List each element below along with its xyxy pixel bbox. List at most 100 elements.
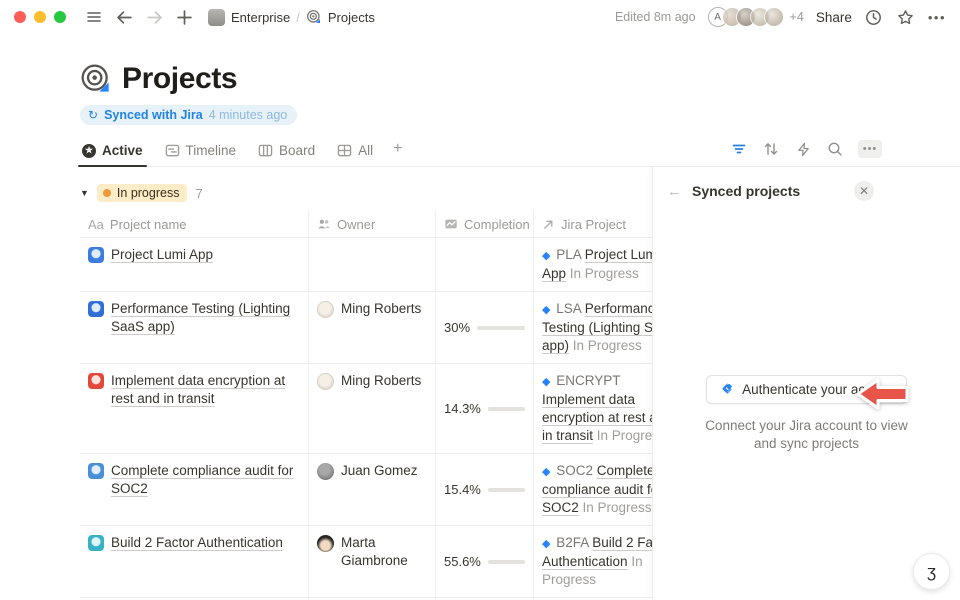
owner-cell[interactable]: Marta Giambrone	[308, 526, 435, 597]
project-name-link[interactable]: Build 2 Factor Authentication	[111, 534, 283, 552]
projects-target-icon	[306, 9, 322, 25]
completion-cell[interactable]: 30%	[435, 292, 533, 363]
tab-timeline[interactable]: Timeline	[163, 137, 239, 166]
forward-button[interactable]	[144, 7, 164, 27]
add-view-button[interactable]: +	[393, 140, 402, 166]
view-tabs: ★ Active Timeline Board All +	[80, 137, 960, 167]
ai-face-button[interactable]: ʒ	[913, 553, 950, 590]
sidebar-toggle-icon[interactable]	[84, 7, 104, 27]
completion-cell[interactable]: 14.3%	[435, 364, 533, 453]
column-header-jira-project[interactable]: Jira Project	[533, 211, 652, 237]
page-header: Projects ↻ Synced with Jira 4 minutes ag…	[0, 34, 960, 167]
owner-avatar	[317, 463, 334, 480]
more-options-icon[interactable]: •••	[928, 10, 946, 25]
completion-bar	[488, 407, 525, 411]
search-icon[interactable]	[826, 140, 844, 158]
owner-name: Juan Gomez	[341, 462, 418, 480]
text-property-icon: Aa	[88, 217, 104, 232]
view-more-icon[interactable]: •••	[858, 140, 882, 158]
jira-diamond-icon: ◆	[542, 376, 550, 388]
person-property-icon	[317, 217, 331, 231]
project-name-cell[interactable]: Project Lumi App	[80, 238, 308, 291]
jira-project-cell[interactable]: ◆ SOC2 Complete compliance audit for SOC…	[533, 454, 652, 525]
panel-back-icon[interactable]: ←	[667, 183, 682, 200]
project-name-cell[interactable]: Performance Testing (Lighting SaaS app)	[80, 292, 308, 363]
project-icon	[88, 301, 104, 317]
project-name-cell[interactable]: Build 2 Factor Authentication	[80, 526, 308, 597]
project-name-link[interactable]: Project Lumi App	[111, 246, 213, 264]
group-status-pill[interactable]: In progress	[97, 184, 188, 202]
minimize-window-button[interactable]	[34, 11, 46, 23]
jira-key: SOC2	[552, 463, 596, 478]
column-header-owner[interactable]: Owner	[308, 211, 435, 237]
back-button[interactable]	[114, 7, 134, 27]
column-header-completion[interactable]: Completion	[435, 211, 533, 237]
jira-status: In Progress	[579, 500, 652, 515]
external-link-icon	[542, 218, 555, 231]
status-dot	[103, 189, 111, 197]
completion-cell[interactable]: 15.4%	[435, 454, 533, 525]
jira-diamond-icon: ◆	[542, 304, 550, 316]
jira-diamond-icon: ◆	[542, 538, 550, 550]
table-icon	[337, 143, 352, 158]
share-button[interactable]: Share	[816, 10, 852, 25]
authenticate-access-button[interactable]: Authenticate your access	[706, 375, 907, 404]
completion-percent: 15.4%	[444, 481, 481, 499]
window-topbar: Enterprise / Projects Edited 8m ago A +4…	[0, 0, 960, 34]
workspace-icon	[208, 9, 225, 26]
completion-percent: 30%	[444, 319, 470, 337]
tab-active[interactable]: ★ Active	[80, 137, 145, 166]
table-row[interactable]: Project Lumi App ◆ PLA Project Lumi App I…	[80, 238, 652, 292]
owner-cell[interactable]	[308, 238, 435, 291]
page-title: Projects	[122, 62, 237, 96]
table-row[interactable]: Implement data encryption at rest and in…	[80, 364, 652, 454]
owner-cell[interactable]: Ming Roberts	[308, 364, 435, 453]
sync-status-badge[interactable]: ↻ Synced with Jira 4 minutes ago	[80, 105, 297, 125]
owner-cell[interactable]: Juan Gomez	[308, 454, 435, 525]
completion-percent: 14.3%	[444, 400, 481, 418]
favorite-star-icon[interactable]	[896, 7, 916, 27]
jira-project-cell[interactable]: ◆ PLA Project Lumi App In Progress	[533, 238, 652, 291]
breadcrumb-page[interactable]: Projects	[328, 10, 375, 25]
owner-name: Ming Roberts	[341, 300, 421, 318]
breadcrumb: Enterprise / Projects	[208, 9, 375, 26]
column-header-project-name[interactable]: Aa Project name	[80, 211, 308, 237]
owner-cell[interactable]: Ming Roberts	[308, 292, 435, 363]
jira-diamond-icon: ◆	[542, 466, 550, 478]
jira-status: In Progress	[566, 266, 639, 281]
table-row[interactable]: Complete compliance audit for SOC2 Juan G…	[80, 454, 652, 526]
project-name-cell[interactable]: Complete compliance audit for SOC2	[80, 454, 308, 525]
new-page-button[interactable]	[174, 7, 194, 27]
zoom-window-button[interactable]	[54, 11, 66, 23]
synced-projects-panel: ← Synced projects ✕ Authenticate your ac…	[652, 167, 960, 600]
collaborator-avatars[interactable]: A +4	[708, 7, 804, 27]
history-clock-icon[interactable]	[864, 7, 884, 27]
project-name-link[interactable]: Complete compliance audit for SOC2	[111, 462, 300, 498]
project-name-link[interactable]: Implement data encryption at rest and in…	[111, 372, 300, 408]
sort-icon[interactable]	[762, 140, 780, 158]
close-window-button[interactable]	[14, 11, 26, 23]
project-name-link[interactable]: Performance Testing (Lighting SaaS app)	[111, 300, 300, 336]
rollup-property-icon	[444, 217, 458, 231]
tab-board[interactable]: Board	[256, 137, 317, 166]
jira-key: B2FA	[552, 535, 592, 550]
project-icon	[88, 535, 104, 551]
jira-project-cell[interactable]: ◆ LSA Performance Testing (Lighting SaaS…	[533, 292, 652, 363]
table-row[interactable]: Performance Testing (Lighting SaaS app) M…	[80, 292, 652, 364]
jira-project-cell[interactable]: ◆ ENCRYPT Implement data encryption at r…	[533, 364, 652, 453]
edited-timestamp: Edited 8m ago	[615, 10, 696, 24]
jira-project-cell[interactable]: ◆ B2FA Build 2 Factor Authentication In …	[533, 526, 652, 597]
completion-cell[interactable]	[435, 238, 533, 291]
group-count: 7	[195, 186, 202, 201]
tab-all[interactable]: All	[335, 137, 375, 166]
view-controls: •••	[730, 140, 882, 166]
breadcrumb-workspace[interactable]: Enterprise	[231, 10, 290, 25]
project-name-cell[interactable]: Implement data encryption at rest and in…	[80, 364, 308, 453]
group-collapse-caret[interactable]: ▼	[80, 188, 89, 198]
table-row[interactable]: Build 2 Factor Authentication Marta Giamb…	[80, 526, 652, 598]
automation-lightning-icon[interactable]	[794, 140, 812, 158]
filter-icon[interactable]	[730, 140, 748, 158]
jira-key: ENCRYPT	[552, 373, 620, 388]
completion-cell[interactable]: 55.6%	[435, 526, 533, 597]
panel-close-icon[interactable]: ✕	[854, 181, 874, 201]
